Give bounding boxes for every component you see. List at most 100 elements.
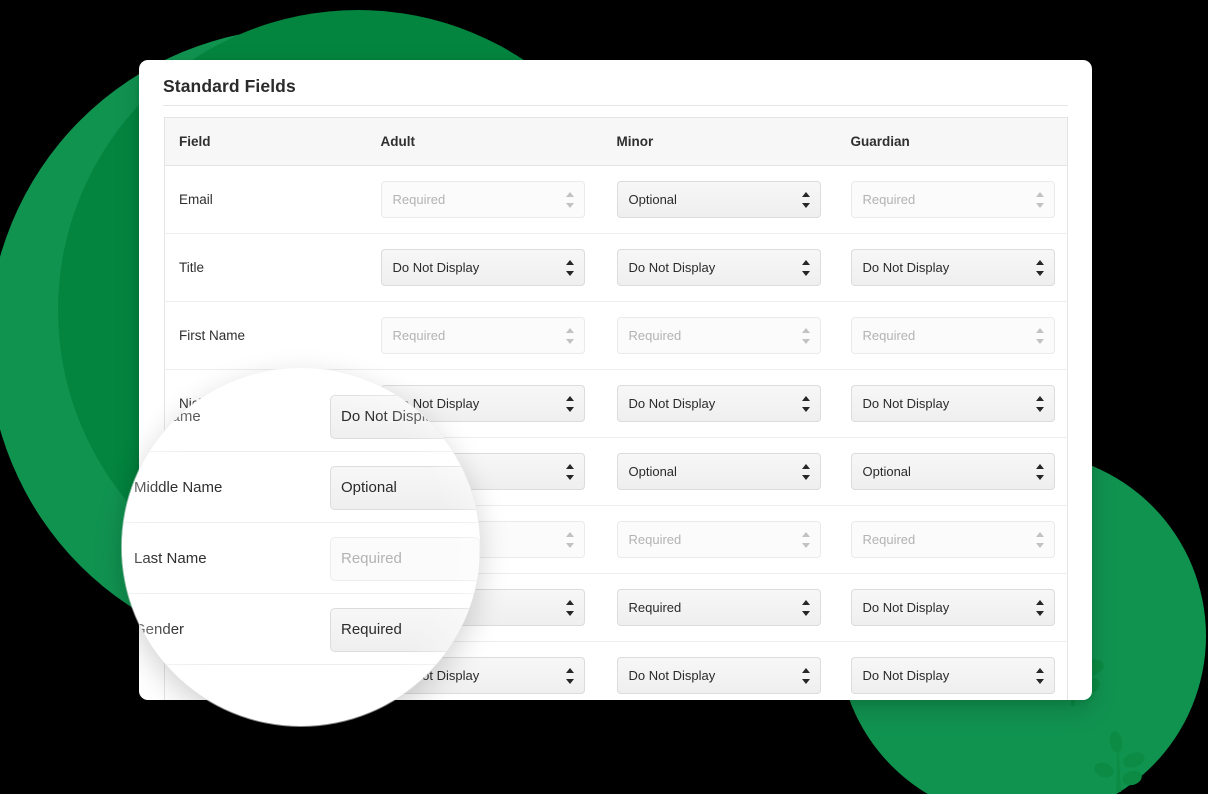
guardian-cell: Required [836,165,1068,234]
chevron-updown-icon [1036,599,1045,616]
minor-cell: Required [602,301,837,370]
magnified-select-value: Optional [341,479,397,496]
table-row: Email Required Optional Required [164,165,1068,234]
chevron-updown-icon [802,191,811,208]
table-header: Field Adult Minor Guardian [164,117,1068,166]
chevron-updown-icon [566,463,575,480]
select-value: Do Not Display [862,260,950,275]
chevron-updown-icon [566,667,575,684]
guardian-select[interactable]: Do Not Display [850,657,1055,694]
select-value: Do Not Display [628,396,716,411]
minor-cell: Required [602,573,837,642]
chevron-updown-icon [1036,667,1045,684]
minor-select[interactable]: Do Not Display [616,657,821,694]
minor-cell: Required [602,505,837,574]
magnified-row: Last Name Required [122,524,480,594]
guardian-cell: Do Not Display [836,233,1068,302]
chevron-updown-icon [1036,191,1045,208]
select-value: Do Not Display [862,668,950,683]
chevron-updown-icon [1036,463,1045,480]
guardian-cell: Optional [836,437,1068,506]
minor-select[interactable]: Optional [616,453,821,490]
field-name-cell: First Name [164,301,367,370]
guardian-cell: Required [836,505,1068,574]
adult-select[interactable]: Do Not Display [380,249,585,286]
magnified-field-label: Gender [134,621,185,638]
guardian-cell: Do Not Display [836,369,1068,438]
chevron-updown-icon [566,259,575,276]
column-header-field: Field [164,117,367,166]
guardian-select[interactable]: Do Not Display [850,385,1055,422]
adult-select[interactable]: Required [380,317,585,354]
select-value: Required [392,328,446,343]
adult-select[interactable]: Required [380,181,585,218]
minor-select[interactable]: Required [616,521,821,558]
guardian-select[interactable]: Optional [850,453,1055,490]
table-row: First Name Required Required Required [164,301,1068,370]
minor-cell: Do Not Display [603,642,837,701]
magnified-select[interactable]: Required [330,536,480,581]
chevron-updown-icon [566,327,575,344]
select-value: Required [862,192,916,207]
column-header-minor: Minor [602,117,837,166]
chevron-updown-icon [802,327,811,344]
select-value: Required [628,600,682,615]
magnified-select-value: Required [341,621,402,638]
chevron-updown-icon [802,463,811,480]
guardian-select[interactable]: Required [850,317,1055,354]
table-header-row: Field Adult Minor Guardian [164,117,1068,166]
guardian-cell: Required [836,301,1068,370]
select-value: Required [628,532,682,547]
magnifier-content: Nickname Do Not Display Middle Name Optiona… [122,368,480,726]
guardian-select[interactable]: Required [850,181,1055,218]
select-value: Required [392,192,446,207]
chevron-updown-icon [566,599,575,616]
magnified-row: Middle Name Optional [122,453,480,523]
adult-cell: Required [366,301,603,370]
chevron-updown-icon [1036,395,1045,412]
chevron-updown-icon [802,667,811,684]
chevron-updown-icon [802,395,811,412]
minor-cell: Optional [602,165,837,234]
select-value: Do Not Display [392,260,480,275]
select-value: Do Not Display [862,600,950,615]
minor-select[interactable]: Optional [616,181,821,218]
title-divider [163,105,1068,106]
adult-cell: Do Not Display [366,233,603,302]
magnified-select[interactable]: Required [330,607,480,652]
guardian-select[interactable]: Do Not Display [850,249,1055,286]
minor-select[interactable]: Required [616,589,821,626]
guardian-cell: Do Not Display [836,573,1068,642]
magnified-row: Gender Required [122,595,480,665]
chevron-updown-icon [802,599,811,616]
column-header-adult: Adult [366,117,603,166]
minor-select[interactable]: Do Not Display [616,385,821,422]
table-row: Title Do Not Display Do Not Display Do Not … [164,233,1068,302]
chevron-updown-icon [566,531,575,548]
guardian-select[interactable]: Required [850,521,1055,558]
select-value: Optional [628,192,677,207]
minor-cell: Do Not Display [602,369,837,438]
magnified-select[interactable]: Optional [330,465,480,510]
field-label: First Name [179,327,246,343]
minor-cell: Do Not Display [602,233,837,302]
magnified-field-label: Middle Name [134,479,223,496]
magnified-field-label: Last Name [134,550,207,567]
field-name-cell: Title [164,233,367,302]
guardian-select[interactable]: Do Not Display [850,589,1055,626]
magnified-field-label: Nickname [134,408,201,425]
field-label: Email [179,191,213,207]
minor-select[interactable]: Required [616,317,821,354]
minor-select[interactable]: Do Not Display [616,249,821,286]
chevron-updown-icon [802,531,811,548]
select-value: Optional [862,464,911,479]
chevron-updown-icon [566,395,575,412]
select-value: Optional [628,464,677,479]
magnified-select[interactable]: Do Not Display [330,394,480,439]
screenshot-stage: Standard Fields Field Adult Minor Guardi… [0,0,1208,794]
plant-sprig-small-icon [1094,731,1145,792]
page-title: Standard Fields [163,76,296,96]
select-value: Required [862,328,916,343]
column-header-guardian: Guardian [836,117,1068,166]
minor-cell: Optional [602,437,837,506]
